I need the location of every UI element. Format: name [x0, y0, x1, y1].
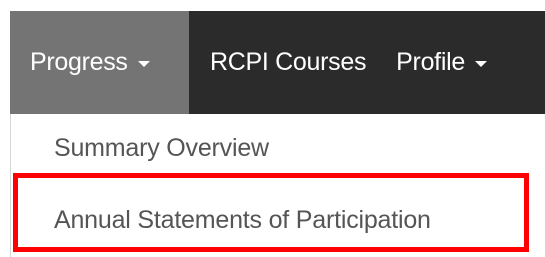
menu-item-annual-statements[interactable]: Annual Statements of Participation	[54, 206, 431, 235]
caret-down-icon	[137, 61, 150, 67]
top-navbar: Progress RCPI Courses Profile	[10, 11, 545, 114]
caret-down-icon	[474, 61, 487, 67]
nav-item-profile-label: Profile	[396, 48, 465, 76]
nav-item-profile[interactable]: Profile	[366, 11, 487, 114]
nav-item-progress-label: Progress	[30, 48, 128, 76]
progress-dropdown-menu: Summary Overview Annual Statements of Pa…	[10, 114, 545, 257]
menu-item-summary-overview[interactable]: Summary Overview	[54, 134, 269, 163]
nav-item-progress[interactable]: Progress	[10, 11, 189, 114]
nav-item-rcpi-courses[interactable]: RCPI Courses	[189, 11, 366, 114]
nav-item-rcpi-courses-label: RCPI Courses	[210, 48, 367, 76]
